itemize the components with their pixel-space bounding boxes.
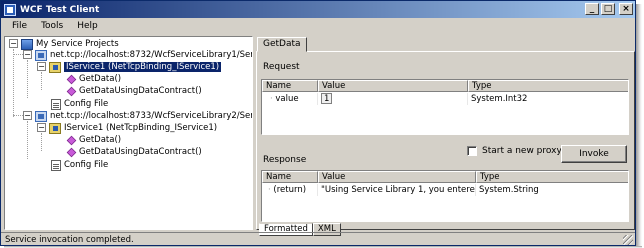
window-controls: _ □ × [585,3,633,15]
tab-getdata[interactable]: GetData [257,37,307,52]
column-header-name[interactable]: Name [262,171,318,183]
root-project-icon [21,38,33,50]
request-row-value-cell: 1 [318,93,468,105]
start-new-proxy-checkbox[interactable] [467,146,477,156]
column-header-value[interactable]: Value [318,171,476,183]
expander-contract-1[interactable]: − [37,62,46,71]
request-row: · value 1 System.Int32 [262,93,628,105]
response-row: · (return) "Using Service Library 1, you… [262,184,628,196]
service-endpoint-icon [35,49,47,61]
tree-node-label: GetDataUsingDataContract() [79,86,202,96]
response-return-name: (return) [273,185,307,195]
close-button[interactable]: × [619,3,633,15]
service-endpoint-icon [35,110,47,122]
expander-root[interactable]: − [9,39,18,48]
tree-node-label: GetDataUsingDataContract() [79,147,202,157]
tree-node-label: My Service Projects [36,39,119,49]
title-bar: WCF Test Client _ □ × [1,1,635,18]
contract-icon [49,122,61,134]
request-title: Request [263,62,300,72]
response-grid-header: Name Value Type [262,171,628,183]
request-grid: Name Value Type · value 1 System.Int32 [261,79,629,135]
tree-node-label: Config File [64,160,109,170]
config-file-icon [51,159,61,171]
tree-node-contract-2[interactable]: IService1 (NetTcpBinding_IService1) [49,122,217,134]
operation-pane: GetData Request Name Value Type · value … [256,36,635,236]
tree-node-label: net.tcp://localhost:8733/WcfServiceLibra… [50,111,252,121]
request-param-name: value [275,94,299,104]
request-grid-header: Name Value Type [262,80,628,92]
menu-bar: File Tools Help [1,18,635,34]
resize-grip-icon[interactable] [623,235,633,245]
contract-icon [49,61,61,73]
operation-icon [66,135,77,145]
column-header-type[interactable]: Type [468,80,628,92]
tree-node-label: net.tcp://localhost:8732/WcfServiceLibra… [50,50,252,60]
request-row-name: · value [262,93,318,105]
column-header-type[interactable]: Type [476,171,628,183]
tree-node-config-file-2[interactable]: Config File [51,159,108,171]
operation-icon [66,147,77,157]
column-header-value[interactable]: Value [318,80,468,92]
window-shadow-right [636,4,642,246]
menu-file[interactable]: File [5,21,34,31]
start-new-proxy-label[interactable]: Start a new proxy [482,146,562,156]
column-header-name[interactable]: Name [262,80,318,92]
tab-content: Request Name Value Type · value 1 System… [256,51,635,236]
status-text: Service invocation completed. [5,234,134,245]
config-file-icon [51,98,61,110]
response-row-name: · (return) [262,184,318,196]
expander-endpoint-1[interactable]: − [23,50,32,59]
operation-icon [66,74,77,84]
menu-tools[interactable]: Tools [34,21,70,31]
tree-node-config-file-1[interactable]: Config File [51,98,108,110]
invoke-button[interactable]: Invoke [561,145,627,163]
tree-node-label: IService1 (NetTcpBinding_IService1) [62,61,223,73]
menu-help[interactable]: Help [70,21,105,31]
tree-node-label: GetData() [79,135,122,145]
maximize-button[interactable]: □ [601,3,615,15]
tree-node-label: IService1 (NetTcpBinding_IService1) [64,123,218,133]
request-param-value-input[interactable]: 1 [321,93,333,104]
tree-node-operation-getdatausingdatacontract-1[interactable]: GetDataUsingDataContract() [66,85,202,97]
status-bar: Service invocation completed. [1,232,635,245]
tree-node-contract-1[interactable]: IService1 (NetTcpBinding_IService1) [49,61,223,73]
tree-node-endpoint-1[interactable]: net.tcp://localhost:8732/WcfServiceLibra… [35,49,252,61]
response-return-type: System.String [476,184,628,196]
app-icon [4,3,16,16]
window-title: WCF Test Client [20,4,100,15]
expander-contract-2[interactable]: − [37,123,46,132]
tree-node-label: Config File [64,99,109,109]
service-tree: − My Service Projects − net.tcp://localh… [4,36,253,230]
operation-icon [66,86,77,96]
wcf-test-client-window: WCF Test Client _ □ × File Tools Help − … [0,0,636,246]
response-grid: Name Value Type · (return) "Using Servic… [261,170,629,222]
tree-node-operation-getdatausingdatacontract-2[interactable]: GetDataUsingDataContract() [66,146,202,158]
tree-node-label: GetData() [79,74,122,84]
minimize-button[interactable]: _ [585,3,599,15]
tree-node-operation-getdata-1[interactable]: GetData() [66,73,122,85]
request-param-type: System.Int32 [468,93,628,105]
expander-endpoint-2[interactable]: − [23,111,32,120]
tree-node-operation-getdata-2[interactable]: GetData() [66,134,122,146]
response-title: Response [263,155,307,165]
response-return-value: "Using Service Library 1, you entered: 1… [318,184,476,196]
tree-node-endpoint-2[interactable]: net.tcp://localhost:8733/WcfServiceLibra… [35,110,252,122]
